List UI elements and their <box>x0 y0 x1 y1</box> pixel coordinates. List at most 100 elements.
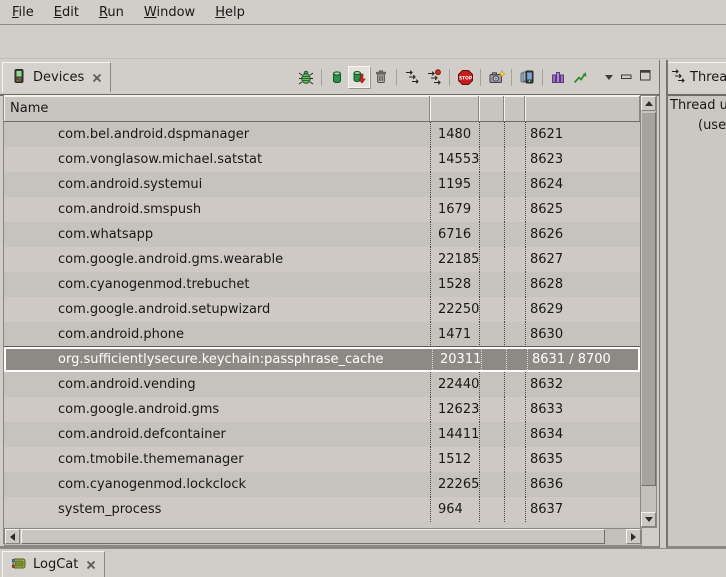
cell-name: com.bel.android.dspmanager <box>4 122 430 147</box>
cell-name: com.android.defcontainer <box>4 422 430 447</box>
vertical-scrollbar[interactable] <box>640 95 657 528</box>
table-row[interactable]: system_process9648637 <box>4 497 640 522</box>
cell-c4 <box>504 447 525 472</box>
cell-name: com.cyanogenmod.trebuchet <box>4 272 430 297</box>
cell-name: com.google.android.gms <box>4 397 430 422</box>
cell-pid: 1528 <box>430 272 479 297</box>
menu-file[interactable]: File <box>2 5 44 20</box>
cell-pid: 22250 <box>430 297 479 322</box>
main-area: Devices <box>0 60 726 548</box>
cell-name: com.android.smspush <box>4 197 430 222</box>
table-row[interactable]: com.android.phone14718630 <box>4 322 640 347</box>
close-icon[interactable] <box>86 560 96 570</box>
menu-edit[interactable]: Edit <box>44 5 89 20</box>
table-row[interactable]: com.google.android.gms126238633 <box>4 397 640 422</box>
logcat-icon <box>11 555 27 575</box>
cell-port: 8621 <box>525 122 640 147</box>
cell-c4 <box>504 197 525 222</box>
cell-c3 <box>479 172 504 197</box>
debug-bug-icon <box>298 69 314 85</box>
table-row[interactable]: com.android.vending224408632 <box>4 372 640 397</box>
minimize-icon[interactable] <box>621 70 632 85</box>
scroll-left-button[interactable] <box>5 529 20 544</box>
tab-threads[interactable]: Threads <box>668 62 726 92</box>
cell-c4 <box>504 397 525 422</box>
scroll-up-button[interactable] <box>641 96 656 111</box>
cell-c4 <box>504 122 525 147</box>
column-header-pid[interactable] <box>430 96 479 121</box>
stop-process-button[interactable]: STOP <box>454 66 476 88</box>
cell-port: 8631 / 8700 <box>527 349 640 370</box>
devices-tab-row: Devices <box>0 60 659 96</box>
scroll-down-button[interactable] <box>641 512 656 527</box>
update-heap-button[interactable] <box>326 66 348 88</box>
close-icon[interactable] <box>92 73 102 83</box>
cell-c3 <box>479 472 504 497</box>
cell-c4 <box>504 322 525 347</box>
cell-c3 <box>479 322 504 347</box>
screen-capture-button[interactable] <box>485 66 507 88</box>
table-row[interactable]: com.google.android.gms.wearable221858627 <box>4 247 640 272</box>
column-header-3[interactable] <box>479 96 504 121</box>
cell-pid: 12623 <box>430 397 479 422</box>
column-header-4[interactable] <box>504 96 525 121</box>
cell-name: com.google.android.gms.wearable <box>4 247 430 272</box>
menu-window[interactable]: Window <box>134 5 205 20</box>
menu-help[interactable]: Help <box>205 5 255 20</box>
device-view-button[interactable] <box>516 66 538 88</box>
devices-panel: Devices <box>0 60 660 548</box>
horizontal-scroll-thumb[interactable] <box>21 529 605 544</box>
table-row[interactable]: com.android.smspush16798625 <box>4 197 640 222</box>
table-row-selected[interactable]: org.sufficientlysecure.keychain:passphra… <box>4 347 640 372</box>
tab-logcat[interactable]: LogCat <box>2 551 105 577</box>
cell-port: 8629 <box>525 297 640 322</box>
update-threads-button[interactable] <box>401 66 423 88</box>
table-row[interactable]: com.android.defcontainer144118634 <box>4 422 640 447</box>
main-toolbar-strip <box>0 26 726 59</box>
column-header-name[interactable]: Name <box>4 96 430 121</box>
table-row[interactable]: com.cyanogenmod.lockclock222658636 <box>4 472 640 497</box>
table-row[interactable]: com.android.systemui11958624 <box>4 172 640 197</box>
threads-content: Thread updates not enabled for selected … <box>668 96 726 546</box>
cell-port: 8634 <box>525 422 640 447</box>
systrace-button[interactable] <box>547 66 569 88</box>
cell-port: 8630 <box>525 322 640 347</box>
column-header-port[interactable] <box>525 96 640 121</box>
table-row[interactable]: com.bel.android.dspmanager14808621 <box>4 122 640 147</box>
cell-name: org.sufficientlysecure.keychain:passphra… <box>6 349 432 370</box>
debug-process-button[interactable] <box>295 66 317 88</box>
devices-toolbar: STOP <box>295 65 655 89</box>
dump-hprof-button[interactable] <box>348 66 370 88</box>
table-row[interactable]: com.whatsapp67168626 <box>4 222 640 247</box>
cell-port: 8625 <box>525 197 640 222</box>
maximize-icon[interactable] <box>640 70 651 85</box>
cell-port: 8627 <box>525 247 640 272</box>
menu-run[interactable]: Run <box>89 5 134 20</box>
start-method-profiling-button[interactable] <box>423 66 445 88</box>
opengl-trace-button[interactable] <box>569 66 591 88</box>
view-menu-icon[interactable] <box>605 75 613 80</box>
cause-gc-button[interactable] <box>370 66 392 88</box>
cell-port: 8632 <box>525 372 640 397</box>
table-row[interactable]: com.cyanogenmod.trebuchet15288628 <box>4 272 640 297</box>
tab-devices[interactable]: Devices <box>2 62 111 92</box>
scroll-right-button[interactable] <box>626 529 641 544</box>
cell-c3 <box>479 422 504 447</box>
vertical-scroll-thumb[interactable] <box>641 112 656 486</box>
cell-c4 <box>504 147 525 172</box>
table-row[interactable]: com.google.android.setupwizard222508629 <box>4 297 640 322</box>
heap-cylinder-icon <box>329 69 345 85</box>
toolbar-separator <box>542 69 543 86</box>
table-row[interactable]: com.tmobile.thememanager15128635 <box>4 447 640 472</box>
toolbar-separator <box>396 69 397 86</box>
ddms-window: FileEditRunWindowHelp Devices <box>0 0 726 577</box>
threads-message-line1: Thread updates not enabled for selected … <box>670 98 726 113</box>
cell-c4 <box>504 222 525 247</box>
cell-name: com.cyanogenmod.lockclock <box>4 472 430 497</box>
cell-port: 8636 <box>525 472 640 497</box>
phone-icon <box>11 68 27 88</box>
table-row[interactable]: com.vonglasow.michael.satstat145538623 <box>4 147 640 172</box>
cell-c4 <box>504 172 525 197</box>
stop-sign-icon: STOP <box>457 69 474 86</box>
horizontal-scrollbar[interactable] <box>4 528 642 546</box>
